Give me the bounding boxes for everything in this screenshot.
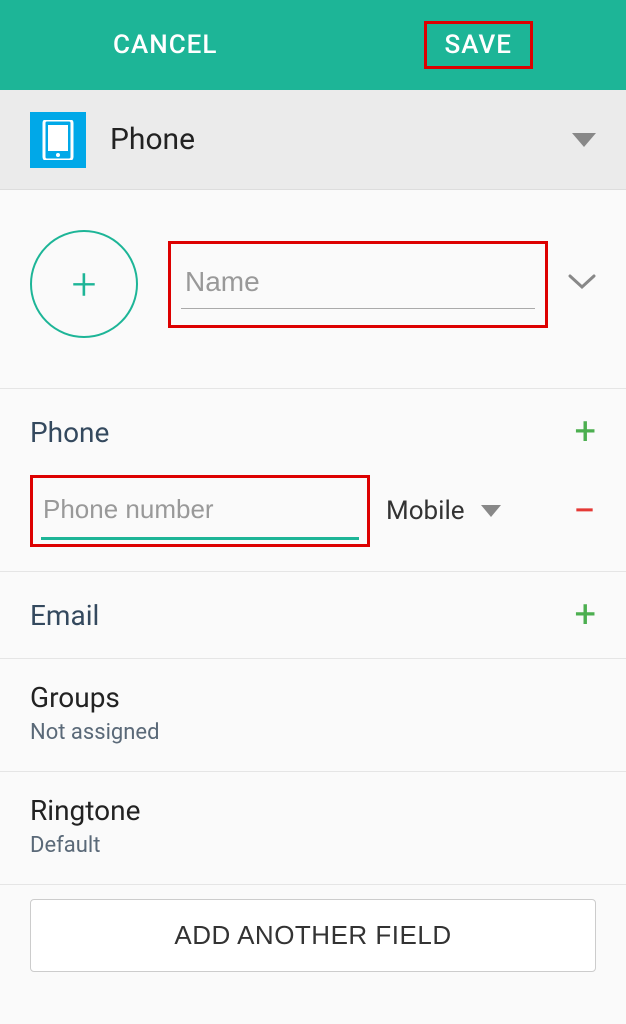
save-highlight: SAVE [424,21,533,69]
groups-title: Groups [30,681,596,714]
name-input[interactable] [181,260,535,309]
add-another-field-button[interactable]: ADD ANOTHER FIELD [30,899,596,972]
chevron-down-icon [572,133,596,147]
groups-row[interactable]: Groups Not assigned [0,659,626,772]
plus-icon: + [72,262,97,306]
email-section-title: Email [30,599,99,632]
cancel-button[interactable]: CANCEL [93,20,237,70]
header-bar: CANCEL SAVE [0,0,626,90]
account-label: Phone [110,122,572,157]
add-email-button[interactable]: + [574,596,596,634]
chevron-down-icon[interactable] [481,505,501,517]
add-phone-button[interactable]: + [574,413,596,451]
phone-device-icon [30,112,86,168]
name-highlight [168,241,548,328]
ringtone-value: Default [30,833,596,858]
add-field-wrap: ADD ANOTHER FIELD [0,885,626,986]
expand-name-button[interactable] [568,274,596,294]
ringtone-row[interactable]: Ringtone Default [0,772,626,885]
phone-number-input[interactable] [41,490,359,540]
phone-highlight [30,475,370,547]
groups-value: Not assigned [30,720,596,745]
account-selector[interactable]: Phone [0,90,626,190]
ringtone-title: Ringtone [30,794,596,827]
email-section: Email + [0,572,626,659]
save-button[interactable]: SAVE [445,30,512,60]
remove-phone-button[interactable]: − [573,491,596,531]
phone-section: Phone + Mobile − [0,389,626,572]
phone-type-label[interactable]: Mobile [386,496,465,526]
add-photo-button[interactable]: + [30,230,138,338]
name-section: + [0,190,626,389]
phone-section-title: Phone [30,416,109,449]
